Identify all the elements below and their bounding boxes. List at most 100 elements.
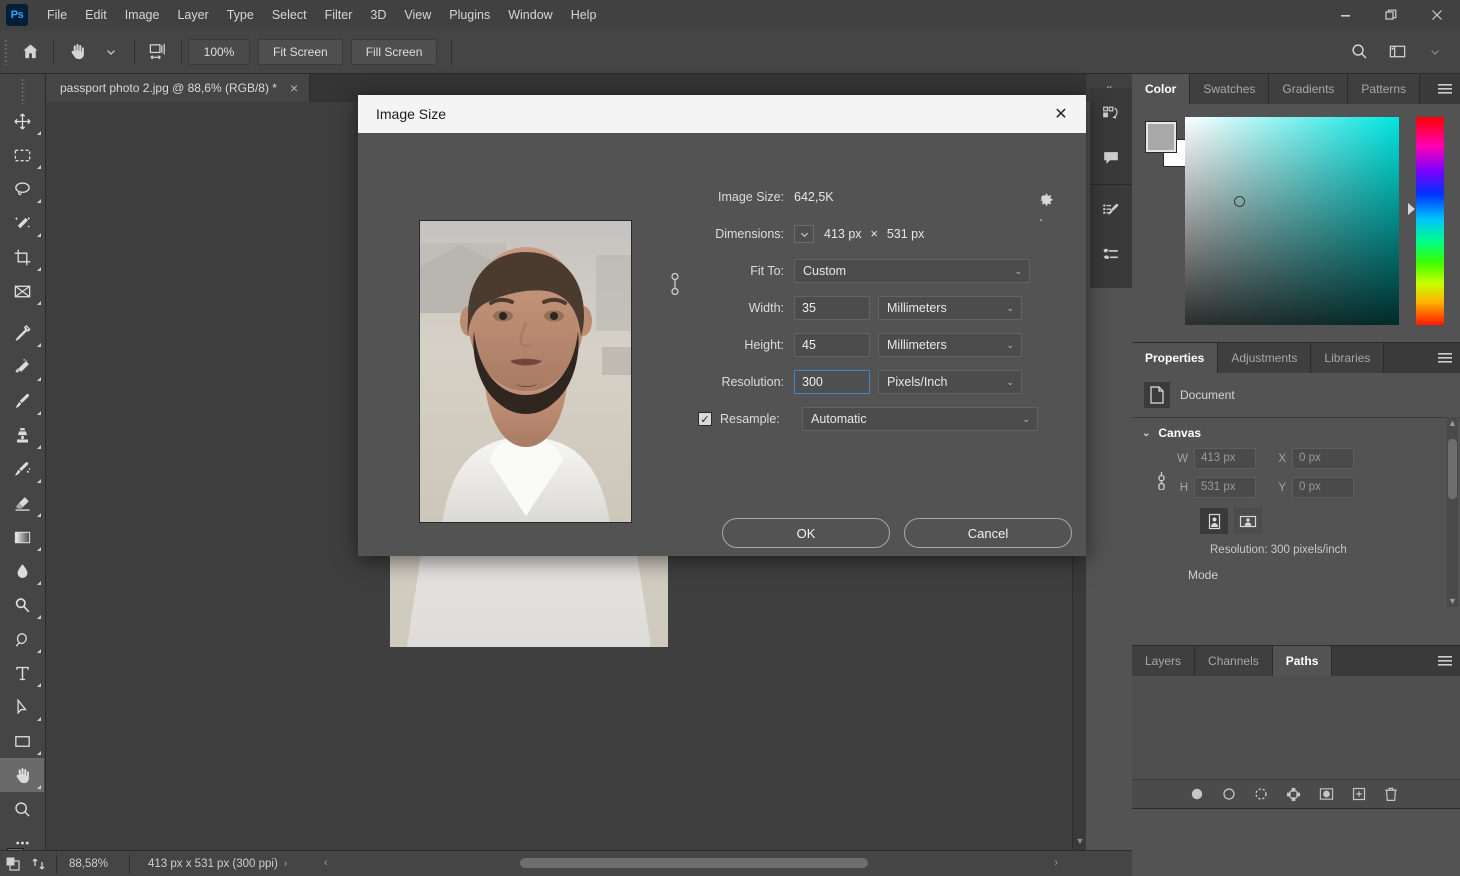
clone-stamp-tool[interactable]: [0, 418, 44, 452]
history-brush-tool[interactable]: [0, 452, 44, 486]
object-selection-tool[interactable]: [0, 206, 44, 240]
portrait-orientation-icon[interactable]: [1200, 508, 1228, 534]
canvas-horizontal-scrollbar[interactable]: ‹ ›: [318, 850, 1064, 876]
add-layer-mask-icon[interactable]: [1319, 787, 1334, 801]
dodge-tool[interactable]: [0, 588, 44, 622]
fit-to-select[interactable]: Custom ⌄: [794, 259, 1030, 283]
create-new-path-icon[interactable]: [1352, 787, 1366, 801]
tab-layers[interactable]: Layers: [1132, 646, 1196, 676]
tab-patterns[interactable]: Patterns: [1348, 74, 1421, 104]
resample-checkbox[interactable]: ✓: [698, 412, 712, 426]
panel-menu-icon[interactable]: [1430, 646, 1460, 676]
resolution-input[interactable]: 300: [794, 370, 870, 394]
chevron-down-icon[interactable]: ▼: [1073, 834, 1086, 848]
toolbar-grip[interactable]: [21, 78, 25, 104]
menu-layer[interactable]: Layer: [168, 0, 217, 30]
delete-path-icon[interactable]: [1384, 787, 1398, 802]
height-unit-select[interactable]: Millimeters ⌄: [878, 333, 1022, 357]
menu-plugins[interactable]: Plugins: [440, 0, 499, 30]
menu-help[interactable]: Help: [562, 0, 606, 30]
hand-tool-icon[interactable]: [60, 37, 94, 67]
fill-path-with-foreground-color-icon[interactable]: [1190, 787, 1204, 801]
canvas-x-input[interactable]: 0 px: [1292, 448, 1354, 469]
tool-preset-chevron-down-icon[interactable]: [94, 37, 128, 67]
menu-filter[interactable]: Filter: [316, 0, 362, 30]
scrollbar-thumb[interactable]: [1448, 439, 1457, 499]
canvas-width-input[interactable]: 413 px: [1194, 448, 1256, 469]
brush-presets-panel-icon[interactable]: [1090, 233, 1132, 277]
close-button[interactable]: [1414, 0, 1460, 30]
brush-tool[interactable]: [0, 384, 44, 418]
panel-menu-icon[interactable]: [1430, 74, 1460, 104]
blur-tool[interactable]: [0, 554, 44, 588]
pen-tool[interactable]: [0, 622, 44, 656]
history-panel-icon[interactable]: [1090, 92, 1132, 136]
menu-type[interactable]: Type: [218, 0, 263, 30]
restore-button[interactable]: [1368, 0, 1414, 30]
color-cursor[interactable]: [1234, 196, 1245, 207]
zoom-level-field[interactable]: 88,58%: [61, 858, 125, 870]
workspace-switcher-icon[interactable]: [1380, 37, 1414, 67]
tab-channels[interactable]: Channels: [1195, 646, 1273, 676]
properties-scrollbar[interactable]: ▲ ▼: [1447, 417, 1458, 607]
foreground-color-swatch[interactable]: [1145, 121, 1177, 153]
menu-window[interactable]: Window: [499, 0, 561, 30]
menu-edit[interactable]: Edit: [76, 0, 116, 30]
tab-properties[interactable]: Properties: [1132, 343, 1219, 373]
panel-menu-icon[interactable]: [1430, 343, 1460, 373]
canvas-y-input[interactable]: 0 px: [1292, 477, 1354, 498]
status-expand-icon[interactable]: ›: [278, 858, 294, 870]
settings-gear-icon[interactable]: .: [1039, 193, 1054, 224]
link-aspect-ratio-icon[interactable]: [1154, 470, 1169, 490]
menu-image[interactable]: Image: [116, 0, 169, 30]
arrange-documents-icon[interactable]: [26, 852, 52, 876]
cancel-button[interactable]: Cancel: [904, 518, 1072, 548]
width-unit-select[interactable]: Millimeters ⌄: [878, 296, 1022, 320]
comments-panel-icon[interactable]: [1090, 136, 1132, 180]
fill-screen-button[interactable]: Fill Screen: [350, 38, 438, 65]
menu-view[interactable]: View: [395, 0, 440, 30]
ok-button[interactable]: OK: [722, 518, 890, 548]
hand-tool[interactable]: [0, 758, 44, 792]
tab-adjustments[interactable]: Adjustments: [1218, 343, 1312, 373]
paths-list[interactable]: [1132, 676, 1460, 780]
document-thumbnail-icon[interactable]: [0, 852, 26, 876]
mode-label[interactable]: Mode: [1132, 556, 1460, 582]
zoom-tool[interactable]: [0, 792, 44, 826]
zoom-100-button[interactable]: 100%: [188, 38, 250, 65]
resample-select[interactable]: Automatic ⌄: [802, 407, 1038, 431]
eraser-tool[interactable]: [0, 486, 44, 520]
load-path-as-selection-icon[interactable]: [1254, 787, 1268, 801]
stroke-path-with-brush-icon[interactable]: [1222, 787, 1236, 801]
scroll-left-icon[interactable]: ‹: [318, 857, 334, 869]
chevron-down-icon[interactable]: ⌄: [1142, 428, 1150, 439]
landscape-orientation-icon[interactable]: [1234, 508, 1262, 534]
move-tool[interactable]: [0, 104, 44, 138]
options-bar-grip[interactable]: [4, 38, 8, 65]
type-tool[interactable]: [0, 656, 44, 690]
constrain-proportions-icon[interactable]: [668, 270, 682, 298]
close-icon[interactable]: ✕: [1046, 99, 1076, 129]
width-input[interactable]: 35: [794, 296, 870, 320]
menu-file[interactable]: File: [38, 0, 76, 30]
close-icon[interactable]: ×: [287, 81, 301, 95]
gradient-tool[interactable]: [0, 520, 44, 554]
chevron-up-icon[interactable]: ▲: [1447, 417, 1458, 429]
tab-paths[interactable]: Paths: [1272, 646, 1333, 676]
menu-3d[interactable]: 3D: [361, 0, 395, 30]
crop-tool[interactable]: [0, 240, 44, 274]
tab-gradients[interactable]: Gradients: [1269, 74, 1349, 104]
frame-tool[interactable]: [0, 274, 44, 308]
workspace-chevron-down-icon[interactable]: [1418, 37, 1452, 67]
resolution-unit-select[interactable]: Pixels/Inch ⌄: [878, 370, 1022, 394]
canvas-section-header[interactable]: ⌄ Canvas: [1132, 418, 1460, 444]
eyedropper-tool[interactable]: [0, 316, 44, 350]
rectangular-marquee-tool[interactable]: [0, 138, 44, 172]
tab-libraries[interactable]: Libraries: [1311, 343, 1385, 373]
scroll-all-windows-icon[interactable]: [141, 37, 175, 67]
menu-select[interactable]: Select: [263, 0, 316, 30]
search-icon[interactable]: [1342, 37, 1376, 67]
make-work-path-from-selection-icon[interactable]: [1286, 787, 1301, 802]
tab-swatches[interactable]: Swatches: [1190, 74, 1270, 104]
spot-healing-brush-tool[interactable]: [0, 350, 44, 384]
